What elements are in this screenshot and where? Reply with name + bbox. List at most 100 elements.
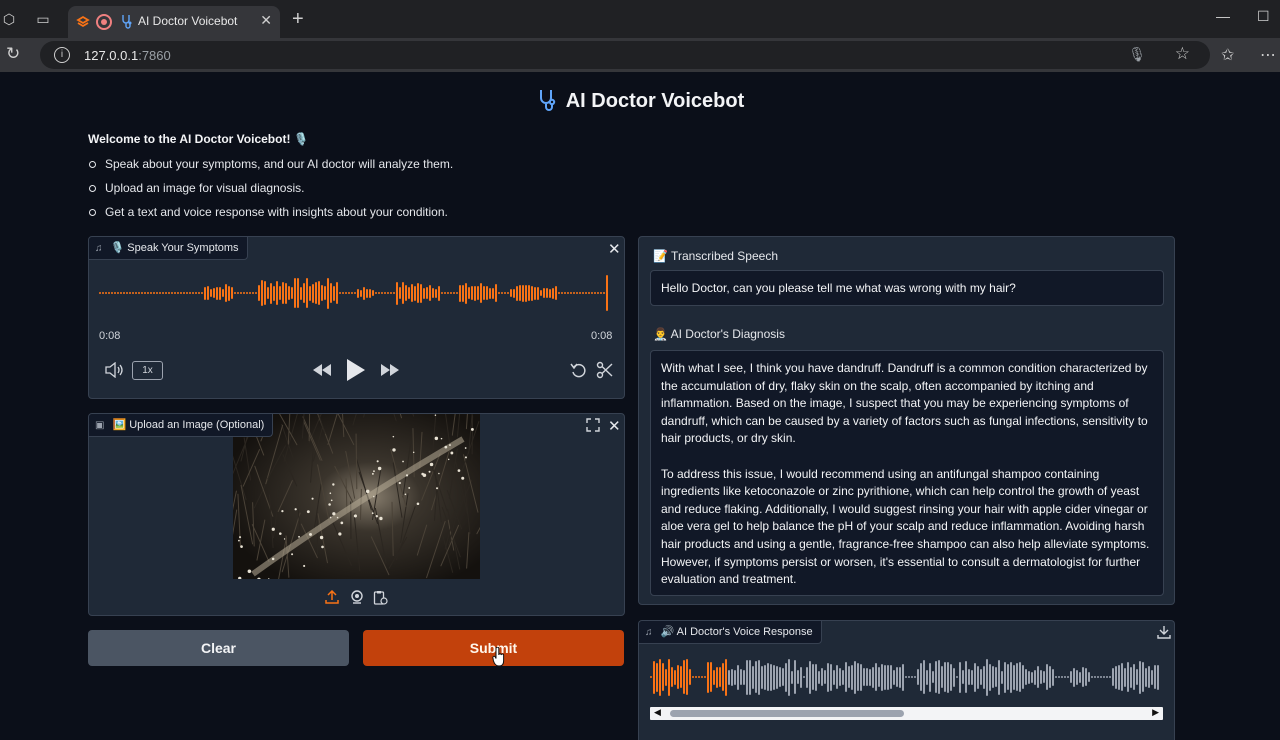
scrollbar-thumb[interactable]	[670, 710, 904, 717]
waveform-bar	[914, 676, 916, 678]
waveform-bar	[923, 660, 925, 694]
favorites-icon[interactable]: ✩	[1221, 45, 1234, 65]
new-tab-icon[interactable]: +	[292, 8, 304, 31]
dandruff-flake	[295, 508, 297, 510]
scroll-left-icon[interactable]: ◀	[654, 707, 661, 718]
waveform-bar	[597, 292, 599, 294]
waveform-bar	[1106, 676, 1108, 678]
waveform-bar	[594, 292, 596, 294]
waveform-bar	[291, 287, 293, 299]
waveform-bar	[929, 663, 931, 692]
waveform-bar	[288, 286, 290, 300]
waveform-bar	[1124, 668, 1126, 687]
waveform-bar	[998, 660, 1000, 695]
fullscreen-icon[interactable]	[586, 418, 600, 432]
waveform-bar	[1103, 676, 1105, 678]
waveform-bar	[165, 292, 167, 294]
waveform-bar	[588, 292, 590, 294]
playback-rate-button[interactable]: 1x	[132, 361, 163, 380]
waveform-bar	[728, 670, 730, 685]
waveform-bar	[983, 666, 985, 689]
waveform-bar	[327, 278, 329, 309]
input-waveform[interactable]	[99, 270, 614, 316]
waveform-bar	[1115, 666, 1117, 689]
waveform-bar	[893, 670, 895, 685]
microphone-icon[interactable]: 🎙	[1128, 46, 1146, 63]
trim-scissors-icon[interactable]	[596, 361, 613, 379]
clear-audio-icon[interactable]: ✕	[608, 240, 621, 258]
upload-icon[interactable]	[325, 590, 339, 604]
waveform-bar	[447, 292, 449, 294]
site-info-icon[interactable]: i	[54, 47, 70, 63]
waveform-bar	[270, 283, 272, 304]
waveform-bar	[555, 286, 557, 300]
waveform-bar	[890, 665, 892, 689]
waveform-bar	[722, 663, 724, 691]
webcam-icon[interactable]	[350, 590, 364, 604]
waveform-bar	[417, 283, 419, 303]
dandruff-flake	[461, 477, 464, 480]
waveform-scrollbar[interactable]: ◀ ▶	[650, 707, 1163, 720]
rewind-icon[interactable]	[312, 363, 332, 377]
play-icon[interactable]	[346, 358, 366, 382]
waveform-bar	[585, 292, 587, 294]
waveform-bar	[324, 286, 326, 300]
waveform-bar	[1148, 666, 1150, 688]
transcription-textbox[interactable]: Hello Doctor, can you please tell me wha…	[650, 270, 1164, 306]
clear-image-icon[interactable]: ✕	[608, 417, 621, 435]
waveform-bar	[501, 292, 503, 294]
waveform-bar	[980, 669, 982, 685]
volume-icon[interactable]	[105, 362, 124, 378]
tab-close-icon[interactable]: ✕	[260, 12, 272, 29]
dandruff-flake	[332, 512, 335, 515]
reset-icon[interactable]	[570, 361, 588, 379]
voice-response-label: ♫🔊 AI Doctor's Voice Response	[639, 621, 822, 644]
waveform-bar	[701, 676, 703, 678]
waveform-bar	[396, 282, 398, 305]
waveform-bar	[255, 292, 257, 294]
workspaces-icon[interactable]: ⬡	[0, 10, 18, 28]
more-menu-icon[interactable]: ⋯	[1260, 45, 1276, 65]
waveform-bar	[1046, 664, 1048, 690]
diagnosis-textbox[interactable]: With what I see, I think you have dandru…	[650, 350, 1164, 596]
waveform-bar	[821, 668, 823, 686]
fast-forward-icon[interactable]	[380, 363, 400, 377]
reload-icon[interactable]: ↻	[6, 44, 20, 64]
waveform-bar	[369, 289, 371, 298]
tab-actions-icon[interactable]: ▭	[34, 10, 52, 28]
welcome-text: Welcome to the AI Doctor Voicebot! 🎙️	[88, 132, 309, 146]
waveform-bar	[558, 292, 560, 294]
waveform-bar	[372, 290, 374, 296]
image-input-panel: ▣🖼️ Upload an Image (Optional) ✕	[88, 413, 625, 616]
clear-button[interactable]: Clear	[88, 630, 349, 666]
maximize-icon[interactable]: ☐	[1257, 8, 1270, 25]
waveform-bar	[1034, 670, 1036, 685]
dandruff-flake	[438, 473, 440, 475]
scroll-right-icon[interactable]: ▶	[1152, 707, 1159, 718]
dandruff-flake	[413, 452, 414, 453]
output-waveform[interactable]	[650, 654, 1164, 700]
waveform-bar	[710, 662, 712, 692]
waveform-bar	[1133, 664, 1135, 690]
waveform-bar	[540, 290, 542, 296]
waveform-bar	[746, 660, 748, 695]
waveform-bar	[216, 287, 218, 300]
dandruff-flake	[421, 473, 424, 476]
waveform-bar	[561, 292, 563, 294]
dandruff-flake	[430, 463, 433, 466]
waveform-bar	[171, 292, 173, 294]
waveform-bar	[842, 670, 844, 685]
dandruff-flake	[378, 467, 381, 470]
download-icon[interactable]	[1157, 625, 1171, 639]
bookmark-star-icon[interactable]: ☆	[1175, 44, 1190, 64]
waveform-bar	[537, 287, 539, 300]
hand-cursor-icon	[492, 647, 506, 667]
waveform-bar	[489, 288, 491, 299]
waveform-bar	[920, 663, 922, 691]
minimize-icon[interactable]: —	[1216, 8, 1230, 24]
clipboard-icon[interactable]	[373, 590, 388, 605]
waveform-bar	[656, 663, 658, 692]
address-bar[interactable]: i 127.0.0.1:7860 🎙 ☆	[40, 41, 1210, 69]
waveform-bar	[1088, 672, 1090, 682]
browser-tab[interactable]: AI Doctor Voicebot ✕	[68, 6, 280, 38]
